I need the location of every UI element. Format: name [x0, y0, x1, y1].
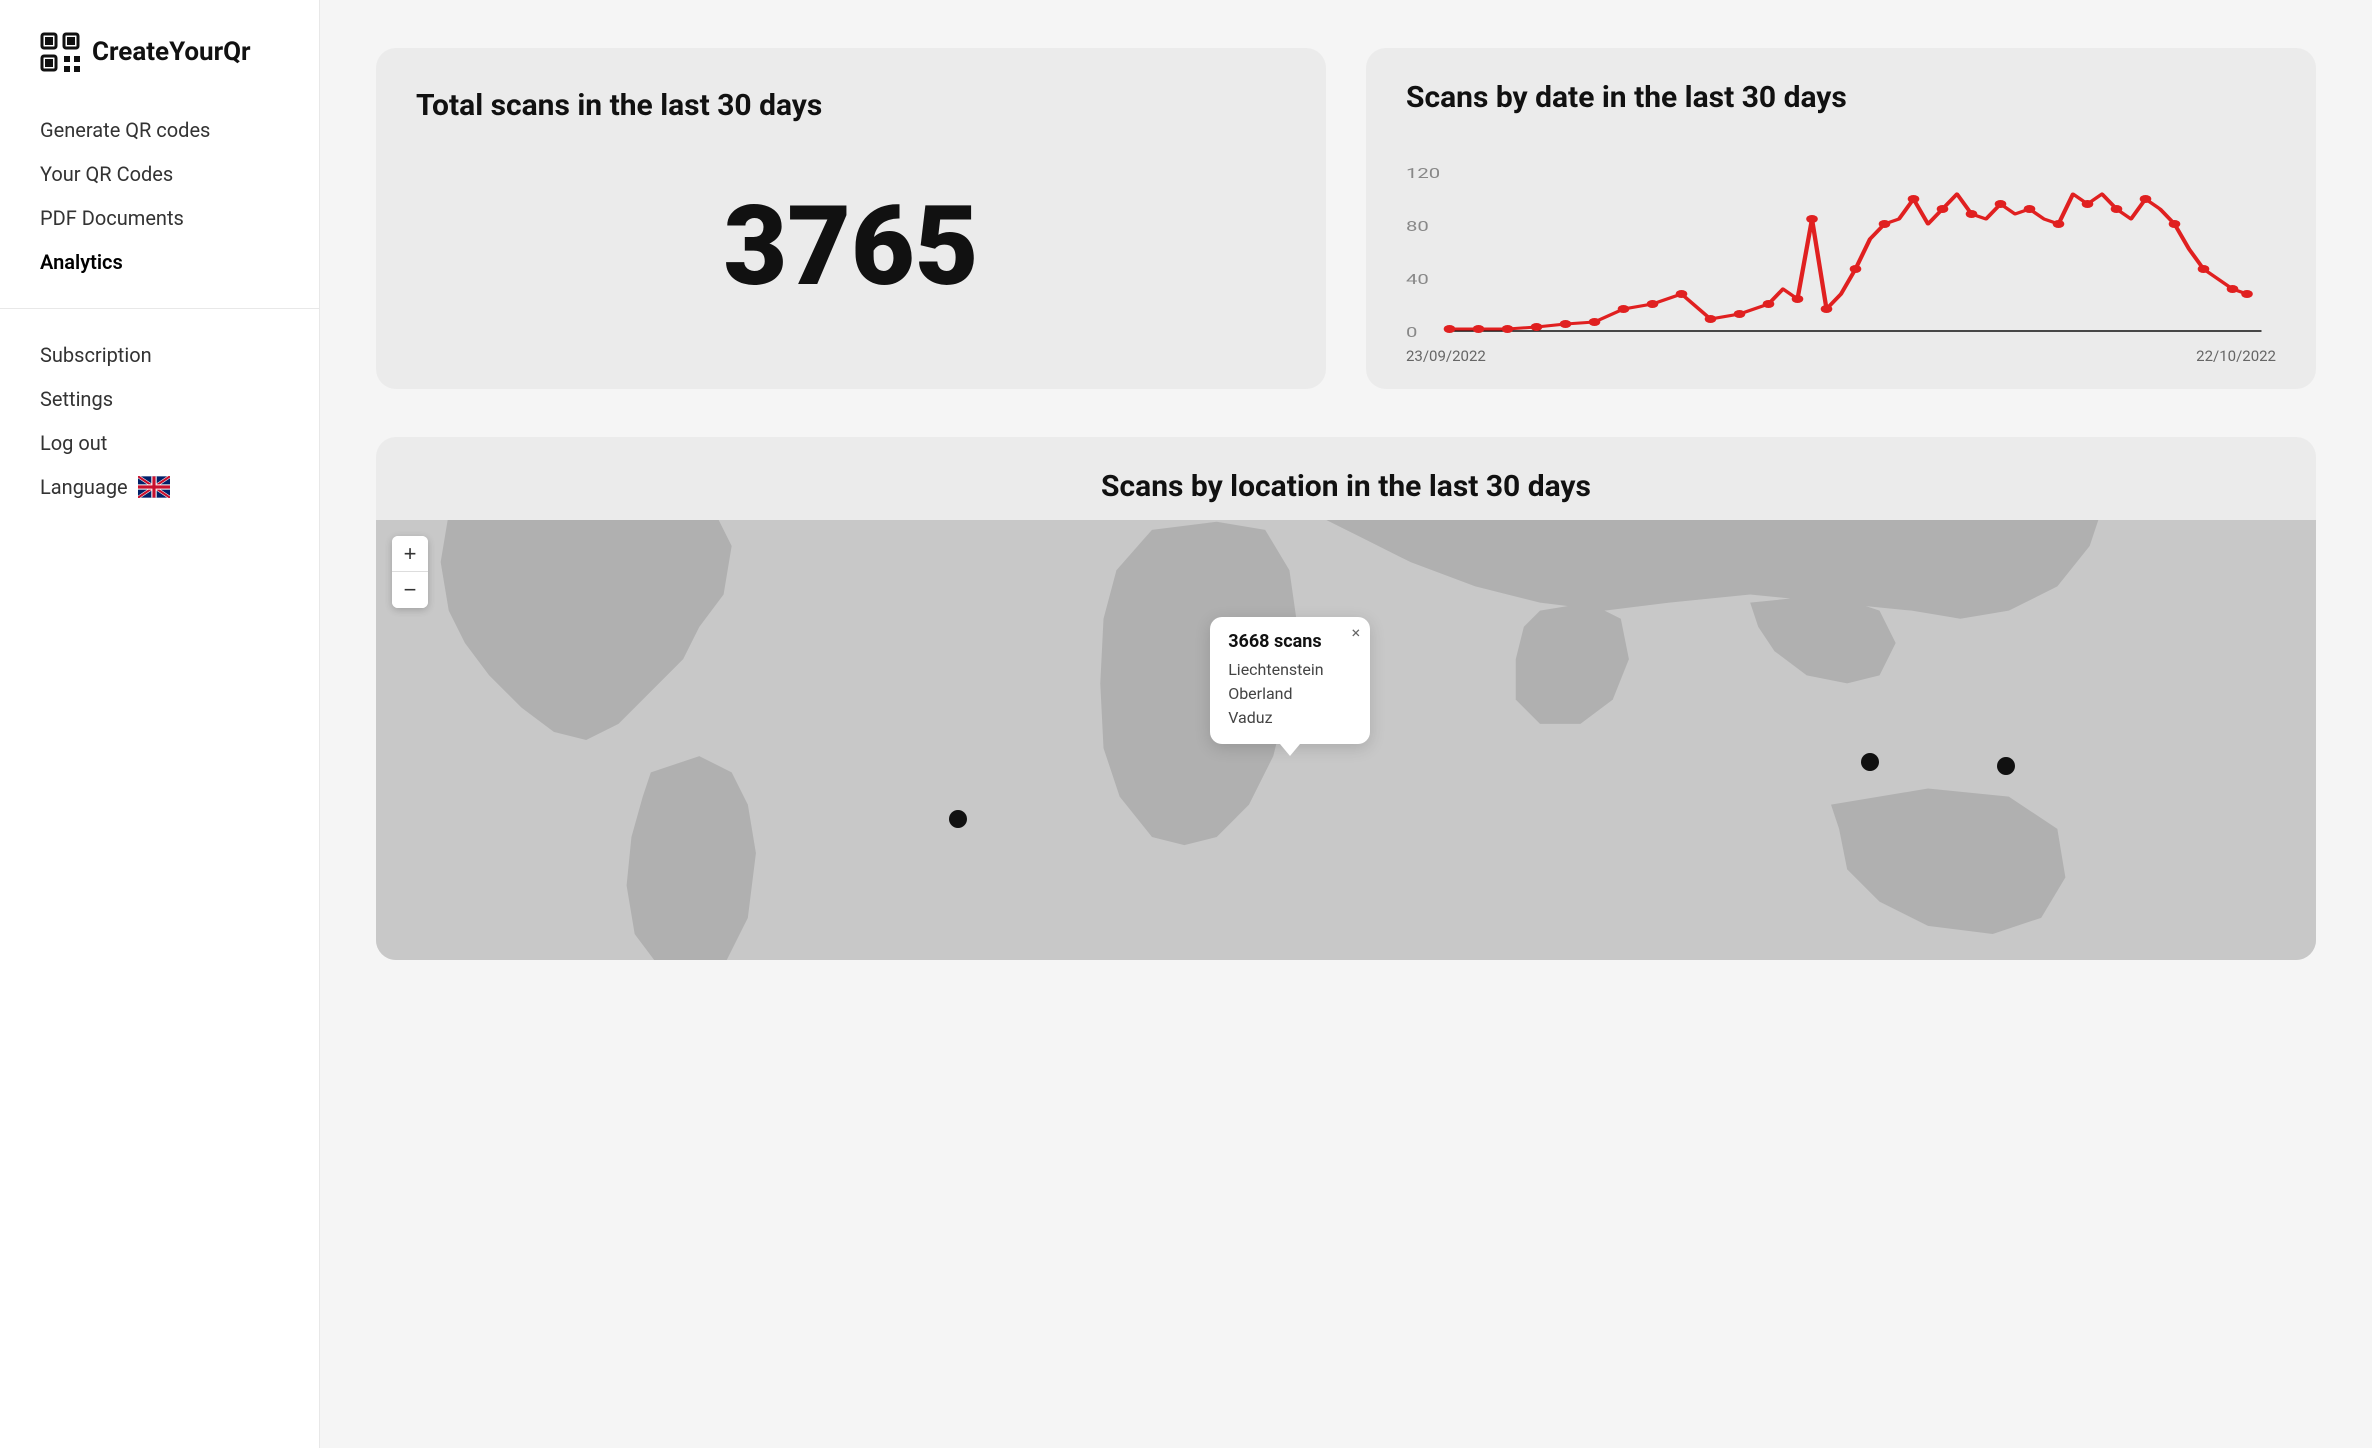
sidebar: CreateYourQr Generate QR codes Your QR C…: [0, 0, 320, 1448]
secondary-nav: Subscription Settings Log out Language: [0, 308, 319, 509]
main-content: Total scans in the last 30 days 3765 Sca…: [320, 0, 2372, 1448]
chart-area: 0 40 80 120: [1406, 139, 2276, 339]
popup-arrow: [1280, 744, 1300, 756]
chart-date-start: 23/09/2022: [1406, 347, 1486, 365]
app-name: CreateYourQr: [92, 37, 251, 67]
logo-area: CreateYourQr: [0, 32, 319, 108]
sidebar-item-your-qr[interactable]: Your QR Codes: [40, 152, 279, 196]
sidebar-item-settings[interactable]: Settings: [40, 377, 279, 421]
zoom-out-button[interactable]: −: [392, 572, 428, 608]
language-label: Language: [40, 475, 128, 499]
language-selector[interactable]: Language: [40, 465, 279, 509]
map-container: + − × 3668 scans Liechtenstein Oberland …: [376, 520, 2316, 960]
chart-date-labels: 23/09/2022 22/10/2022: [1406, 347, 2276, 365]
total-scans-title: Total scans in the last 30 days: [416, 88, 1286, 123]
chart-date-end: 22/10/2022: [2196, 347, 2276, 365]
sidebar-item-subscription[interactable]: Subscription: [40, 333, 279, 377]
svg-text:40: 40: [1406, 272, 1429, 288]
popup-scan-count: 3668 scans: [1228, 631, 1352, 652]
svg-text:0: 0: [1406, 325, 1417, 339]
line-chart: 0 40 80 120: [1406, 139, 2276, 339]
sidebar-item-pdf[interactable]: PDF Documents: [40, 196, 279, 240]
total-scans-card: Total scans in the last 30 days 3765: [376, 48, 1326, 389]
scans-by-date-title: Scans by date in the last 30 days: [1406, 80, 2276, 115]
uk-flag-icon: [138, 476, 170, 498]
logo-icon: [40, 32, 80, 72]
zoom-in-button[interactable]: +: [392, 536, 428, 572]
scans-by-location-card: Scans by location in the last 30 days: [376, 437, 2316, 960]
sidebar-item-analytics[interactable]: Analytics: [40, 240, 279, 284]
total-scans-value: 3765: [416, 147, 1286, 347]
map-dot-asia1[interactable]: [1861, 753, 1879, 771]
popup-close-button[interactable]: ×: [1352, 625, 1361, 641]
map-title: Scans by location in the last 30 days: [376, 469, 2316, 504]
map-title-area: Scans by location in the last 30 days: [376, 437, 2316, 520]
sidebar-item-generate[interactable]: Generate QR codes: [40, 108, 279, 152]
map-controls: + −: [392, 536, 428, 608]
map-dot-africa[interactable]: [949, 810, 967, 828]
sidebar-item-logout[interactable]: Log out: [40, 421, 279, 465]
scans-by-date-card: Scans by date in the last 30 days 0 40 8…: [1366, 48, 2316, 389]
map-location-popup: × 3668 scans Liechtenstein Oberland Vadu…: [1210, 617, 1370, 744]
svg-text:80: 80: [1406, 219, 1429, 235]
popup-location-text: Liechtenstein Oberland Vaduz: [1228, 658, 1352, 730]
svg-text:120: 120: [1406, 166, 1440, 182]
main-nav: Generate QR codes Your QR Codes PDF Docu…: [0, 108, 319, 284]
top-row: Total scans in the last 30 days 3765 Sca…: [376, 48, 2316, 389]
map-dot-asia2[interactable]: [1997, 757, 2015, 775]
